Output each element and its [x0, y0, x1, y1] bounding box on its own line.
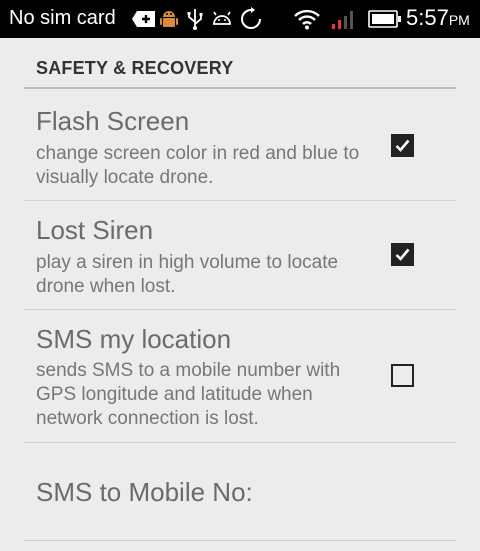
pref-title: Lost Siren	[36, 215, 154, 245]
pref-flash-screen[interactable]: Flash Screen change screen color in red …	[24, 92, 456, 201]
pref-summary: sends SMS to a mobile number with GPS lo…	[36, 360, 341, 429]
pref-lost-siren[interactable]: Lost Siren play a siren in high volume t…	[24, 201, 456, 310]
clock-time: 5:57	[406, 5, 449, 30]
carrier-label: No sim card	[9, 7, 116, 29]
no-signal-icon	[330, 7, 354, 31]
lost-siren-checkbox[interactable]	[391, 243, 414, 266]
android-debug-icon	[159, 7, 179, 31]
pref-summary: play a siren in high volume to locate dr…	[36, 252, 339, 297]
clock: 5:57PM	[406, 5, 470, 31]
wifi-icon	[293, 7, 321, 31]
sync-icon	[239, 7, 263, 31]
android-icon	[211, 7, 233, 31]
checkmark-icon	[395, 139, 410, 152]
pref-sms-mobile-number[interactable]: SMS to Mobile No:	[24, 443, 456, 541]
flash-screen-checkbox[interactable]	[391, 134, 414, 157]
pref-summary: change screen color in red and blue to v…	[36, 143, 360, 188]
status-bar: No sim card 5:57PM	[0, 0, 480, 38]
add-notification-icon	[131, 7, 157, 31]
pref-sms-my-location[interactable]: SMS my location sends SMS to a mobile nu…	[24, 310, 456, 443]
pref-title: SMS my location	[36, 324, 232, 354]
usb-icon	[186, 7, 204, 31]
pref-title: SMS to Mobile No:	[36, 477, 253, 507]
sms-location-checkbox[interactable]	[391, 364, 414, 387]
checkmark-icon	[395, 248, 410, 261]
clock-ampm: PM	[448, 12, 470, 28]
section-divider	[24, 87, 456, 89]
pref-title: Flash Screen	[36, 106, 190, 136]
section-title: SAFETY & RECOVERY	[36, 58, 234, 78]
battery-icon	[368, 7, 402, 31]
